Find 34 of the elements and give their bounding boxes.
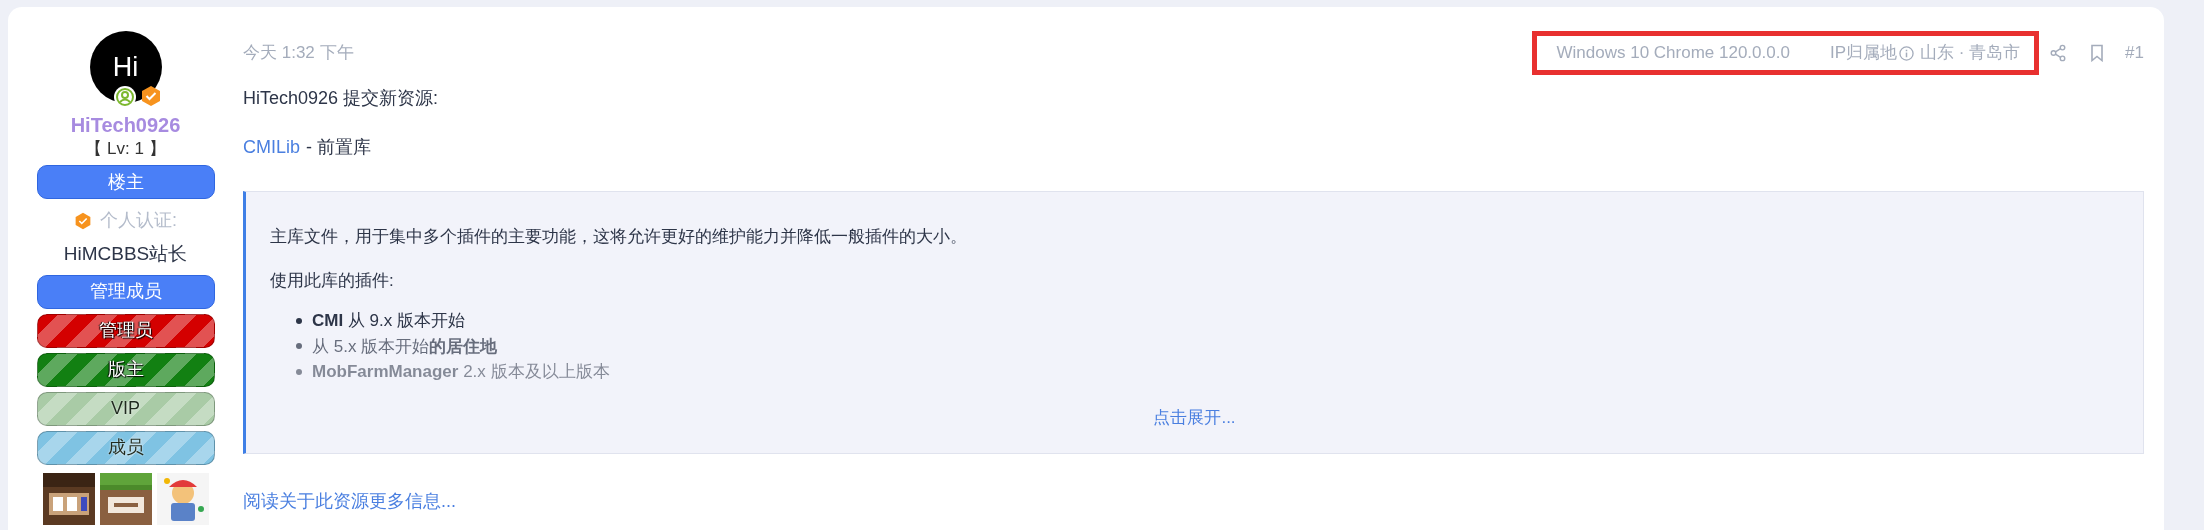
- bullet-icon: [296, 317, 302, 324]
- user-icon: [113, 86, 136, 108]
- quote-list-item: 从 5.x 版本开始的居住地: [312, 335, 498, 358]
- verified-icon: [139, 85, 162, 107]
- bookmark-icon[interactable]: [2089, 44, 2106, 62]
- verification-label: 个人认证:: [100, 209, 177, 233]
- quote-paragraph: 主库文件，用于集中多个插件的主要功能，这将允许更好的维护能力并降低一般插件的大小。: [270, 226, 968, 248]
- expand-link[interactable]: 点击展开...: [1153, 405, 1236, 431]
- group-badge: 管理员: [36, 313, 215, 348]
- quote-paragraph: 使用此库的插件:: [270, 270, 395, 293]
- verification-title: HiMCBBS站长: [63, 242, 188, 267]
- post-number-link[interactable]: #1: [2125, 40, 2144, 66]
- ip-location: 山东 · 青岛市: [1919, 42, 2021, 65]
- group-badge: 版主: [36, 352, 215, 387]
- info-icon: [1898, 45, 1914, 61]
- username: HiTech0926: [70, 113, 181, 138]
- group-badge: 成员: [36, 430, 215, 465]
- quote-list-item: CMI 从 9.x 版本开始: [312, 310, 466, 333]
- device-info: Windows 10 Chrome 120.0.0.0: [1556, 42, 1790, 65]
- bullet-icon: [296, 343, 302, 350]
- share-icon[interactable]: [2049, 44, 2068, 62]
- group-badge: 楼主: [36, 165, 215, 200]
- group-badge: VIP: [36, 391, 215, 426]
- quote-list-item: MobFarmManager 2.x 版本及以上版本: [312, 361, 610, 384]
- post-intro: HiTech0926 提交新资源:: [243, 87, 440, 110]
- post-time: 今天 1:32 下午: [243, 42, 354, 65]
- verified-icon: [74, 211, 92, 230]
- resource-link[interactable]: CMILib: [243, 134, 300, 161]
- resource-subtitle: - 前置库: [306, 136, 371, 159]
- read-more-link[interactable]: 阅读关于此资源更多信息...: [243, 488, 2144, 515]
- user-level: 【 Lv: 1 】: [85, 138, 166, 160]
- bullet-icon: [296, 368, 302, 375]
- ip-label: IP归属地: [1829, 42, 1897, 65]
- group-badge: 管理成员: [36, 274, 215, 309]
